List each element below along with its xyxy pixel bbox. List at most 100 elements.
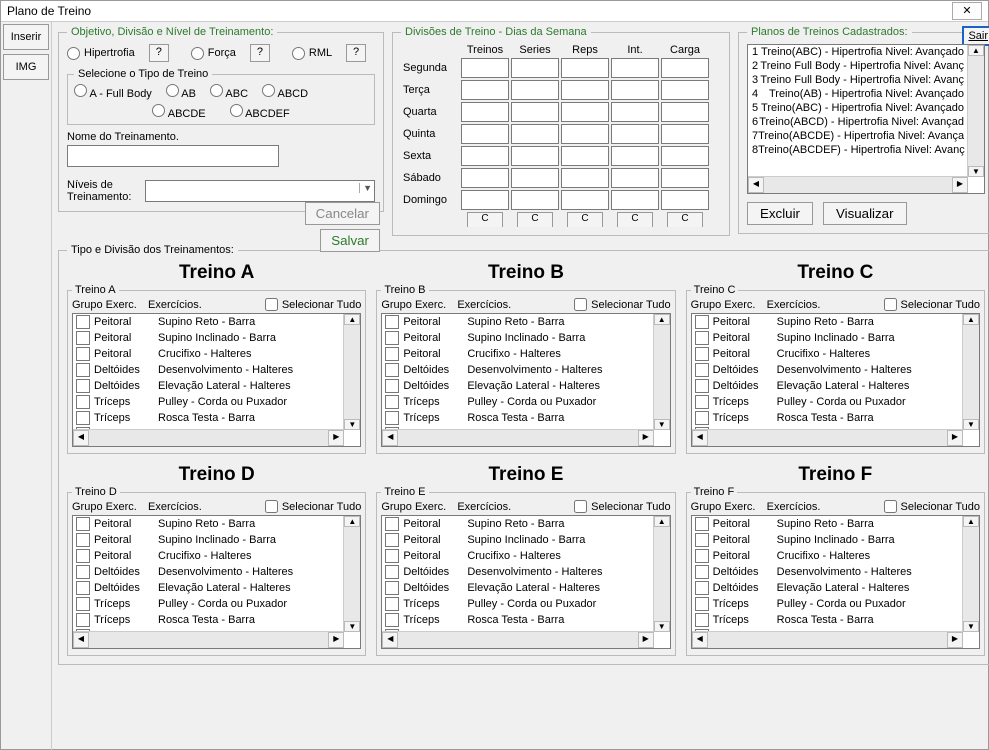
exercise-row[interactable]: TrícepsPulley - Corda ou Puxador xyxy=(382,394,653,410)
exercise-row[interactable]: DeltóidesDesenvolvimento - Halteres xyxy=(73,564,344,580)
exercise-row[interactable]: TrícepsRosca Testa - Barra xyxy=(73,612,344,628)
help-hipertrofia[interactable]: ? xyxy=(149,44,169,62)
exercise-row[interactable]: DeltóidesElevação Lateral - Halteres xyxy=(692,580,963,596)
plan-row[interactable]: 2Treino Full Body - Hipertrofia Nivel: A… xyxy=(748,59,968,73)
day-cell[interactable] xyxy=(461,124,509,144)
scrollbar-horizontal[interactable] xyxy=(692,429,963,446)
checkbox-icon[interactable] xyxy=(385,533,399,547)
day-cell[interactable] xyxy=(511,58,559,78)
day-cell[interactable] xyxy=(561,58,609,78)
checkbox-icon[interactable] xyxy=(385,549,399,563)
help-rml[interactable]: ? xyxy=(346,44,366,62)
plan-row[interactable]: 5Treino(ABC) - Hipertrofia Nivel: Avança… xyxy=(748,101,968,115)
checkbox-icon[interactable] xyxy=(76,517,90,531)
exercise-row[interactable]: TrícepsRosca Testa - Barra xyxy=(382,410,653,426)
day-cell[interactable] xyxy=(661,168,709,188)
scrollbar-vertical[interactable] xyxy=(653,516,670,632)
exercise-row[interactable]: PeitoralSupino Inclinado - Barra xyxy=(692,532,963,548)
c-button[interactable]: C xyxy=(617,212,653,227)
c-button[interactable]: C xyxy=(467,212,503,227)
day-cell[interactable] xyxy=(511,190,559,210)
nome-input[interactable] xyxy=(67,145,279,167)
cancelar-button[interactable]: Cancelar xyxy=(305,202,380,225)
radio-abcd[interactable]: ABCD xyxy=(262,84,308,100)
day-cell[interactable] xyxy=(611,190,659,210)
day-cell[interactable] xyxy=(661,146,709,166)
c-button[interactable]: C xyxy=(567,212,603,227)
exercise-row[interactable]: PeitoralCrucifixo - Halteres xyxy=(382,548,653,564)
exercise-row[interactable]: TrícepsPulley - Corda ou Puxador xyxy=(382,596,653,612)
day-cell[interactable] xyxy=(611,102,659,122)
checkbox-icon[interactable] xyxy=(76,597,90,611)
plan-row[interactable]: 3Treino Full Body - Hipertrofia Nivel: A… xyxy=(748,73,968,87)
day-cell[interactable] xyxy=(661,102,709,122)
scrollbar-horizontal[interactable] xyxy=(692,631,963,648)
radio-abcdef[interactable]: ABCDEF xyxy=(230,104,290,120)
plan-row[interactable]: 6Treino(ABCD) - Hipertrofia Nivel: Avanç… xyxy=(748,115,968,129)
img-button[interactable]: IMG xyxy=(3,54,49,80)
select-all[interactable]: Selecionar Tudo xyxy=(884,298,981,311)
scrollbar-vertical[interactable] xyxy=(962,314,979,430)
day-cell[interactable] xyxy=(661,124,709,144)
day-cell[interactable] xyxy=(561,168,609,188)
day-cell[interactable] xyxy=(461,80,509,100)
checkbox-icon[interactable] xyxy=(385,613,399,627)
radio-forca[interactable]: Força xyxy=(191,47,236,60)
exercise-row[interactable]: PeitoralSupino Reto - Barra xyxy=(692,314,963,330)
checkbox-icon[interactable] xyxy=(695,565,709,579)
checkbox-icon[interactable] xyxy=(385,581,399,595)
plan-row[interactable]: 4Treino(AB) - Hipertrofia Nivel: Avançad… xyxy=(748,87,968,101)
exercise-row[interactable]: PeitoralCrucifixo - Halteres xyxy=(73,346,344,362)
c-button[interactable]: C xyxy=(667,212,703,227)
exercise-row[interactable]: DeltóidesDesenvolvimento - Halteres xyxy=(73,362,344,378)
checkbox-icon[interactable] xyxy=(76,411,90,425)
checkbox-icon[interactable] xyxy=(695,533,709,547)
exercise-row[interactable]: TrícepsPulley - Corda ou Puxador xyxy=(73,596,344,612)
exercise-row[interactable]: PeitoralSupino Inclinado - Barra xyxy=(382,330,653,346)
checkbox-icon[interactable] xyxy=(76,613,90,627)
checkbox-icon[interactable] xyxy=(76,379,90,393)
day-cell[interactable] xyxy=(561,124,609,144)
day-cell[interactable] xyxy=(511,102,559,122)
day-cell[interactable] xyxy=(561,102,609,122)
help-forca[interactable]: ? xyxy=(250,44,270,62)
exercise-row[interactable]: TrícepsRosca Testa - Barra xyxy=(692,410,963,426)
excluir-button[interactable]: Excluir xyxy=(747,202,813,225)
radio-a-fullbody[interactable]: A - Full Body xyxy=(74,84,152,100)
exercise-list[interactable]: PeitoralSupino Reto - BarraPeitoralSupin… xyxy=(381,515,670,649)
scrollbar-vertical[interactable] xyxy=(962,516,979,632)
niveis-select[interactable] xyxy=(145,180,375,202)
exercise-list[interactable]: PeitoralSupino Reto - BarraPeitoralSupin… xyxy=(691,515,980,649)
day-cell[interactable] xyxy=(511,124,559,144)
checkbox-icon[interactable] xyxy=(76,581,90,595)
checkbox-icon[interactable] xyxy=(385,363,399,377)
checkbox-icon[interactable] xyxy=(695,331,709,345)
exercise-row[interactable]: PeitoralCrucifixo - Halteres xyxy=(692,346,963,362)
checkbox-icon[interactable] xyxy=(76,565,90,579)
checkbox-icon[interactable] xyxy=(76,363,90,377)
day-cell[interactable] xyxy=(511,146,559,166)
scrollbar-vertical[interactable] xyxy=(343,314,360,430)
checkbox-icon[interactable] xyxy=(385,395,399,409)
checkbox-icon[interactable] xyxy=(76,395,90,409)
scrollbar-vertical[interactable] xyxy=(967,45,984,177)
exercise-row[interactable]: TrícepsRosca Testa - Barra xyxy=(692,612,963,628)
checkbox-icon[interactable] xyxy=(385,331,399,345)
exercise-row[interactable]: TrícepsPulley - Corda ou Puxador xyxy=(692,394,963,410)
visualizar-button[interactable]: Visualizar xyxy=(823,202,907,225)
exercise-row[interactable]: DeltóidesElevação Lateral - Halteres xyxy=(382,378,653,394)
sair-button[interactable]: Sair xyxy=(962,26,989,46)
salvar-button[interactable]: Salvar xyxy=(320,229,380,252)
radio-ab[interactable]: AB xyxy=(166,84,196,100)
radio-hipertrofia[interactable]: Hipertrofia xyxy=(67,47,135,60)
checkbox-icon[interactable] xyxy=(385,379,399,393)
exercise-row[interactable]: PeitoralCrucifixo - Halteres xyxy=(73,548,344,564)
day-cell[interactable] xyxy=(611,80,659,100)
exercise-row[interactable]: TrícepsRosca Testa - Barra xyxy=(73,410,344,426)
checkbox-icon[interactable] xyxy=(76,549,90,563)
radio-rml[interactable]: RML xyxy=(292,47,332,60)
exercise-row[interactable]: DeltóidesDesenvolvimento - Halteres xyxy=(382,362,653,378)
exercise-row[interactable]: PeitoralSupino Reto - Barra xyxy=(382,314,653,330)
checkbox-icon[interactable] xyxy=(695,347,709,361)
exercise-row[interactable]: DeltóidesElevação Lateral - Halteres xyxy=(73,378,344,394)
